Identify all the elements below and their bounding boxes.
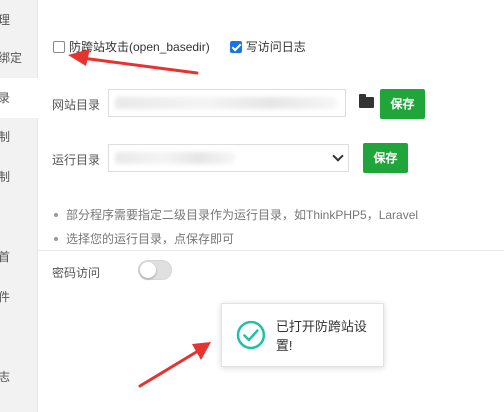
tip-item: 部分程序需要指定二级目录作为运行目录，如ThinkPHP5，Laravel: [52, 203, 418, 227]
sidebar-item[interactable]: 志: [0, 357, 37, 397]
sidebar-item[interactable]: 件: [0, 277, 37, 317]
sidebar-item[interactable]: 制: [0, 117, 37, 157]
run-dir-label: 运行目录: [52, 153, 101, 167]
site-dir-label: 网站目录: [52, 98, 101, 112]
tips-list: 部分程序需要指定二级目录作为运行目录，如ThinkPHP5，Laravel 选择…: [52, 203, 418, 251]
redacted-value: [115, 152, 235, 164]
redacted-path: [115, 97, 337, 109]
bullet-icon: [54, 212, 58, 217]
anti-xss-label: 防跨站攻击(open_basedir): [69, 40, 210, 54]
chevron-down-icon: [332, 150, 344, 162]
checkbox-unchecked-icon: [53, 40, 65, 53]
site-dir-save-button[interactable]: 保存: [380, 89, 425, 119]
sidebar-item[interactable]: 首: [0, 237, 37, 277]
folder-icon[interactable]: [359, 94, 374, 108]
sidebar-item-active[interactable]: 录: [0, 78, 39, 118]
toggle-knob: [140, 262, 156, 278]
sidebar-item[interactable]: 绑定: [0, 38, 37, 78]
site-dir-input[interactable]: [108, 89, 346, 117]
toast-notification: 已打开防跨站设置!: [221, 303, 384, 367]
sidebar-item[interactable]: 制: [0, 157, 37, 197]
divider: [38, 250, 504, 251]
write-log-checkbox[interactable]: 写访问日志: [229, 38, 306, 55]
sidebar-item[interactable]: 理: [0, 0, 37, 40]
write-log-label: 写访问日志: [245, 40, 306, 54]
toast-message: 已打开防跨站设置!: [275, 319, 367, 353]
anti-xss-checkbox[interactable]: 防跨站攻击(open_basedir): [53, 38, 210, 55]
password-access-label: 密码访问: [52, 266, 101, 280]
tip-item: 选择您的运行目录，点保存即可: [52, 227, 418, 251]
options-row: 防跨站攻击(open_basedir) 写访问日志: [53, 38, 326, 55]
sidebar-nav: 理 绑定 录 制 制 首 件 志: [0, 0, 39, 412]
check-circle-icon: [236, 320, 266, 350]
site-settings-panel: 防跨站攻击(open_basedir) 写访问日志 网站目录 保存 运行目录 保…: [38, 0, 504, 412]
run-dir-save-button[interactable]: 保存: [363, 143, 408, 173]
password-access-toggle[interactable]: [138, 260, 172, 280]
bullet-icon: [54, 236, 58, 241]
checkbox-checked-icon: [229, 40, 242, 53]
run-dir-select[interactable]: [108, 144, 349, 172]
